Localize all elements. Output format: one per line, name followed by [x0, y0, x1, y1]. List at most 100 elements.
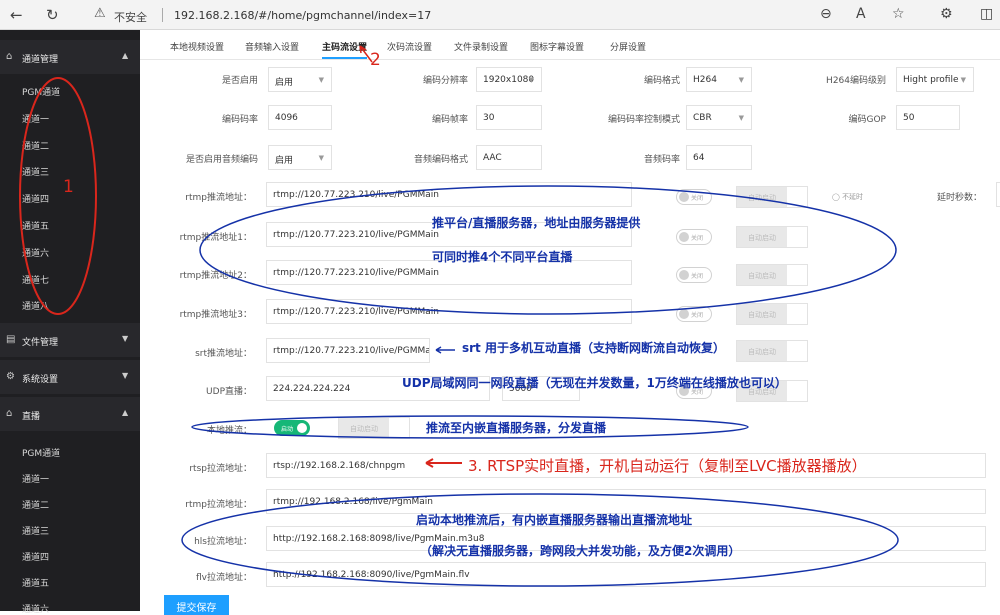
resolution-label: 编码分辨率 — [422, 76, 468, 86]
url-text[interactable]: 192.168.2.168/#/home/pgmchannel/index=17 — [174, 9, 431, 22]
srt-input[interactable]: rtmp://120.77.223.210/live/PGMMain — [266, 338, 430, 363]
extensions-icon[interactable]: ⚙ — [940, 6, 953, 22]
sidebar: ⌂ 通道管理 ▲ PGM通道 通道一 通道二 通道三 通道四 通道五 通道六 通… — [0, 30, 140, 615]
rc-select[interactable]: CBR ▼ — [686, 105, 752, 130]
sidebar-section-files[interactable]: ▤ 文件管理 ▼ — [0, 323, 140, 357]
chevron-up-icon: ▲ — [122, 51, 129, 60]
sidebar-live-ch5[interactable]: 通道五 — [22, 576, 49, 589]
sidebar-item-ch2[interactable]: 通道二 — [22, 139, 49, 152]
tab-bar: 本地视频设置 音频输入设置 主码流设置 次码流设置 文件录制设置 图标字幕设置 … — [140, 30, 1000, 60]
sidebar-item-pgm[interactable]: PGM通道 — [22, 85, 60, 98]
refresh-icon[interactable]: ↻ — [46, 6, 59, 24]
srt-auto-start[interactable]: 自动启动 — [736, 340, 808, 362]
tab-sub-stream[interactable]: 次码流设置 — [387, 40, 432, 53]
sidebar-toggle-icon[interactable]: ◫ — [980, 6, 993, 22]
file-icon: ▤ — [6, 334, 16, 345]
sidebar-live-ch6[interactable]: 通道六 — [22, 602, 49, 615]
enable-select[interactable]: 启用 ▼ — [268, 67, 332, 92]
rtmp3-input[interactable]: rtmp://120.77.223.210/live/PGMMain — [266, 299, 632, 324]
audio-format-label: 音频编码格式 — [413, 155, 468, 165]
submit-button[interactable]: 提交保存 — [164, 595, 229, 615]
annotation-udp: UDP局域网同一网段直播（无现在并发数量，1万终端在线播放也可以） — [402, 376, 787, 390]
auto-start-label: 自动启动 — [737, 341, 787, 361]
warning-icon: ⚠ — [94, 6, 106, 21]
not-delay-checkbox[interactable]: ◯ 不延时 — [832, 192, 863, 202]
caret-icon: ▼ — [528, 76, 534, 84]
format-label: 编码格式 — [643, 76, 680, 86]
zoom-icon[interactable]: ⊖ — [820, 6, 832, 22]
annotation-number-2: 2 — [370, 50, 381, 70]
sidebar-live-pgm[interactable]: PGM通道 — [22, 446, 60, 459]
rtmp1-auto-start[interactable]: 自动启动 — [736, 226, 808, 248]
audio-enable-select[interactable]: 启用 ▼ — [268, 145, 332, 170]
delay-input[interactable] — [996, 182, 1000, 207]
rtmp3-toggle[interactable]: 关闭 — [676, 306, 712, 322]
level-select[interactable]: Hight profile ▼ — [896, 67, 974, 92]
audio-rate-label: 音频码率 — [643, 155, 680, 165]
srt-label: srt推流地址： — [195, 349, 252, 359]
audio-format-input[interactable]: AAC — [476, 145, 542, 170]
tab-logo-subtitle[interactable]: 图标字幕设置 — [530, 40, 584, 53]
local-push-toggle[interactable]: 启动 — [274, 420, 310, 436]
audio-enable-label: 是否启用音频编码 — [185, 155, 258, 165]
sidebar-live-ch2[interactable]: 通道二 — [22, 498, 49, 511]
resolution-select[interactable]: 1920x1080 ▼ — [476, 67, 542, 92]
auto-start-label: 自动启动 — [737, 187, 787, 207]
sidebar-section-channels[interactable]: ⌂ 通道管理 ▲ — [0, 40, 140, 74]
sidebar-item-ch3[interactable]: 通道三 — [22, 165, 49, 178]
local-push-auto-start[interactable]: 自动启动 — [338, 417, 410, 439]
tab-main-stream[interactable]: 主码流设置 — [322, 40, 368, 59]
sidebar-live-ch4[interactable]: 通道四 — [22, 550, 49, 563]
sidebar-item-ch5[interactable]: 通道五 — [22, 219, 49, 232]
sidebar-item-ch6[interactable]: 通道六 — [22, 246, 49, 259]
annotation-number-1: 1 — [63, 177, 74, 197]
sidebar-live-ch1[interactable]: 通道一 — [22, 472, 49, 485]
gop-input[interactable]: 50 — [896, 105, 960, 130]
tab-file-record[interactable]: 文件录制设置 — [454, 40, 508, 53]
sidebar-section-settings[interactable]: ⚙ 系统设置 ▼ — [0, 360, 140, 394]
tab-local-video[interactable]: 本地视频设置 — [170, 40, 224, 53]
fps-input[interactable]: 30 — [476, 105, 542, 130]
auto-start-label: 自动启动 — [737, 265, 787, 285]
toggle-text: 关闭 — [691, 312, 704, 319]
address-bar[interactable]: ⚠ 不安全 192.168.2.168/#/home/pgmchannel/in… — [84, 4, 914, 26]
annotation-local1: 启动本地推流后，有内嵌直播服务器输出直播流地址 — [416, 513, 693, 527]
not-secure-label: 不安全 — [114, 11, 147, 24]
rtmp3-auto-start[interactable]: 自动启动 — [736, 303, 808, 325]
gop-label: 编码GOP — [848, 115, 887, 125]
flv-label: flv拉流地址： — [196, 573, 252, 583]
auto-start-label: 自动启动 — [737, 304, 787, 324]
bitrate-input[interactable]: 4096 — [268, 105, 332, 130]
sidebar-live-ch3[interactable]: 通道三 — [22, 524, 49, 537]
auto-start-label: 自动启动 — [737, 227, 787, 247]
format-select[interactable]: H264 ▼ — [686, 67, 752, 92]
back-icon[interactable]: ← — [10, 6, 23, 24]
flv-input[interactable]: http://192.168.2.168:8090/live/PgmMain.f… — [266, 562, 986, 587]
tab-split-screen[interactable]: 分屏设置 — [610, 40, 646, 53]
toggle-text: 启动 — [281, 426, 294, 433]
rtmp-toggle[interactable]: 关闭 — [676, 189, 712, 205]
annotation-local2: （解决无直播服务器，跨网段大并发功能，及方便2次调用） — [420, 544, 741, 558]
sidebar-section-live[interactable]: ⌂ 直播 ▲ — [0, 397, 140, 431]
caret-icon: ▼ — [318, 76, 324, 84]
rtmp2-auto-start[interactable]: 自动启动 — [736, 264, 808, 286]
sidebar-section-label: 直播 — [22, 412, 41, 422]
sidebar-item-ch1[interactable]: 通道一 — [22, 112, 49, 125]
rtmp2-toggle[interactable]: 关闭 — [676, 267, 712, 283]
favorite-icon[interactable]: ☆ — [892, 6, 905, 22]
sidebar-item-ch4[interactable]: 通道四 — [22, 192, 49, 205]
rtmp-auto-start[interactable]: 自动启动 — [736, 186, 808, 208]
resolution-value: 1920x1080 — [483, 75, 535, 85]
toggle-text: 关闭 — [691, 273, 704, 280]
browser-toolbar: ← ↻ ⚠ 不安全 192.168.2.168/#/home/pgmchanne… — [0, 0, 1000, 30]
rtmp1-label: rtmp推流地址1： — [179, 233, 252, 243]
sidebar-section-label: 系统设置 — [22, 375, 59, 385]
audio-rate-input[interactable]: 64 — [686, 145, 752, 170]
sidebar-item-ch7[interactable]: 通道七 — [22, 273, 49, 286]
sidebar-item-ch8[interactable]: 通道八 — [22, 299, 49, 312]
rtmp-input[interactable]: rtmp://120.77.223.210/live/PGMMain — [266, 182, 632, 207]
caret-icon: ▼ — [738, 114, 744, 122]
tab-audio-input[interactable]: 音频输入设置 — [245, 40, 299, 53]
rtmp1-toggle[interactable]: 关闭 — [676, 229, 712, 245]
read-aloud-icon[interactable]: A — [856, 6, 866, 22]
